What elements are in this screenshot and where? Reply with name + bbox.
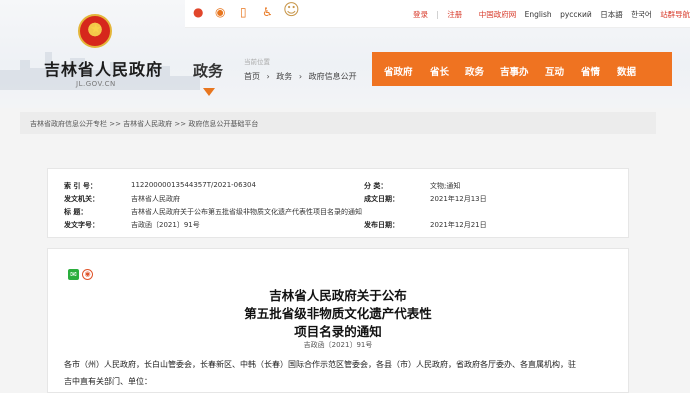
meta-row: 发文机关： 吉林省人民政府 成文日期： 2021年12月13日: [48, 194, 628, 208]
issuer-label: 发文机关：: [64, 195, 99, 203]
document-title-line-2: 第五批省级非物质文化遗产代表性: [244, 306, 432, 321]
weibo-alt-icon[interactable]: ◉: [215, 6, 225, 18]
nav-item-affairs[interactable]: 政务: [465, 64, 484, 78]
wechat-share-icon[interactable]: ✉: [68, 269, 79, 280]
top-links: 登录 | 注册 中国政府网 English русский 日本語 한국어 站群…: [413, 9, 690, 20]
document-body: 各市（州）人民政府，长白山管委会，长春新区、中韩（长春）国际合作示范区管委会，各…: [64, 356, 614, 390]
index-label: 索 引 号：: [64, 182, 97, 190]
section-arrow-icon: [203, 88, 215, 96]
body-line: 各市（州）人民政府，长白山管委会，长春新区、中韩（长春）国际合作示范区管委会，各…: [64, 360, 576, 369]
body-line: 吉中直有关部门、单位：: [64, 377, 152, 386]
index-value: 11220000013544357T/2021-06304: [131, 181, 256, 189]
info-breadcrumb[interactable]: 吉林省政府信息公开专栏 >> 吉林省人民政府 >> 政府信息公开基础平台: [20, 112, 656, 134]
national-emblem-logo[interactable]: ★: [78, 14, 112, 48]
crumb-separator: ›: [298, 72, 303, 81]
issuer-value: 吉林省人民政府: [131, 195, 180, 203]
divider: |: [436, 10, 439, 19]
login-link[interactable]: 登录: [413, 10, 428, 19]
title-value: 吉林省人民政府关于公布第五批省级非物质文化遗产代表性项目名录的通知: [131, 208, 362, 216]
date-label: 成文日期：: [364, 195, 399, 203]
nav-item-governor[interactable]: 省长: [430, 64, 449, 78]
section-label: 政务: [193, 62, 224, 80]
date-value: 2021年12月13日: [430, 195, 487, 203]
location-breadcrumb: 首页 › 政务 › 政府信息公开: [244, 71, 361, 82]
crumb-separator: ›: [266, 72, 270, 81]
location-label: 当前位置: [244, 58, 270, 66]
nav-item-interaction[interactable]: 互动: [545, 64, 564, 78]
main-nav: 省政府 省长 政务 吉事办 互动 省情 数据: [372, 52, 672, 86]
document-number: 吉政函〔2021〕91号: [303, 341, 373, 349]
document-content: ✉ ◉ 吉林省人民政府关于公布 第五批省级非物质文化遗产代表性 项目名录的通知 …: [47, 248, 629, 393]
site-group-nav-link[interactable]: 站群导航: [660, 10, 690, 19]
category-label: 分 类：: [364, 182, 388, 190]
doc-number-label: 发文字号：: [64, 221, 99, 229]
accessibility-icon[interactable]: ♿: [262, 6, 273, 18]
crumb-info-disclosure[interactable]: 政府信息公开: [309, 72, 357, 81]
crumb-home[interactable]: 首页: [244, 72, 260, 81]
weibo-share-icon[interactable]: ◉: [82, 269, 93, 280]
doc-number-value: 吉政函〔2021〕91号: [131, 221, 200, 229]
lang-link-gov-cn[interactable]: 中国政府网: [479, 10, 517, 19]
title-label: 标 题：: [64, 208, 88, 216]
meta-row: 发文字号： 吉政函〔2021〕91号 发布日期： 2021年12月21日: [48, 220, 628, 234]
nav-item-data[interactable]: 数据: [617, 64, 636, 78]
publish-date-value: 2021年12月21日: [430, 221, 487, 229]
lang-link-japanese[interactable]: 日本語: [600, 10, 623, 19]
site-title[interactable]: 吉林省人民政府: [44, 56, 163, 80]
publish-date-label: 发布日期：: [364, 221, 399, 229]
nav-item-jishiban[interactable]: 吉事办: [500, 64, 529, 78]
nav-item-province-info[interactable]: 省情: [581, 64, 600, 78]
site-domain: JL.GOV.CN: [76, 80, 116, 88]
lang-link-korean[interactable]: 한국어: [631, 10, 652, 19]
top-utility-bar: ● ◉ ▯ ♿ ☺ 登录 | 注册 中国政府网 English русский …: [185, 0, 690, 28]
document-title-line-3: 项目名录的通知: [294, 324, 382, 339]
register-link[interactable]: 注册: [447, 10, 462, 19]
mascot-icon[interactable]: ☺: [283, 2, 300, 18]
nav-item-province-gov[interactable]: 省政府: [384, 64, 413, 78]
mobile-icon[interactable]: ▯: [240, 6, 247, 18]
document-title-line-1: 吉林省人民政府关于公布: [269, 288, 407, 303]
lang-link-russian[interactable]: русский: [560, 10, 592, 19]
category-value: 文物;通知: [430, 182, 461, 190]
document-metadata: 索 引 号： 11220000013544357T/2021-06304 分 类…: [47, 168, 629, 238]
meta-row: 索 引 号： 11220000013544357T/2021-06304 分 类…: [48, 181, 628, 195]
weibo-icon[interactable]: ●: [193, 6, 203, 18]
lang-link-english[interactable]: English: [525, 10, 552, 19]
crumb-affairs[interactable]: 政务: [276, 72, 292, 81]
meta-row: 标 题： 吉林省人民政府关于公布第五批省级非物质文化遗产代表性项目名录的通知: [48, 207, 628, 221]
